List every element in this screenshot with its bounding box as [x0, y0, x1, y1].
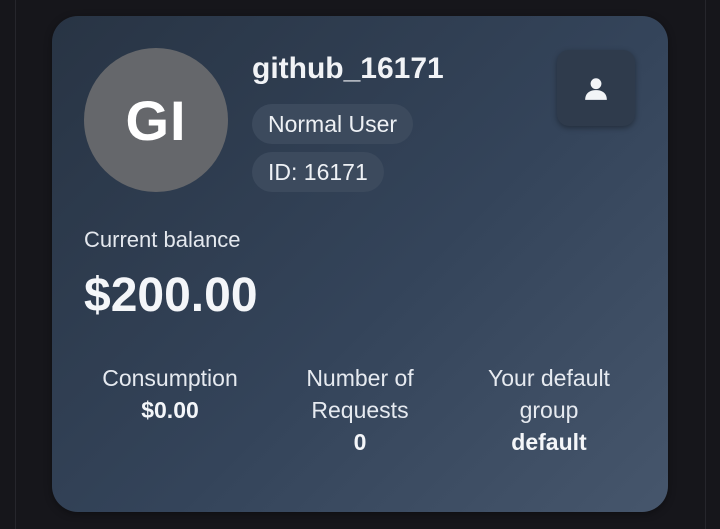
user-info-card: GI github_16171 Normal User ID: 16171 Cu…: [52, 16, 668, 512]
username: github_16171: [252, 52, 444, 85]
frame-border-left: [15, 0, 16, 529]
avatar-initials: GI: [125, 88, 187, 152]
stat-requests-label-line2: Requests: [311, 397, 409, 423]
user-id-badge: ID: 16171: [252, 152, 384, 192]
stat-default-group: Your default group default: [459, 362, 639, 458]
stat-group-value: default: [511, 429, 587, 455]
stat-group-label-line2: group: [519, 397, 579, 423]
role-badge: Normal User: [252, 104, 414, 144]
frame-border-right: [705, 0, 706, 529]
stat-consumption: Consumption $0.00: [80, 362, 260, 426]
current-balance-label: Current balance: [84, 227, 241, 252]
stat-requests-value: 0: [353, 429, 367, 455]
profile-button[interactable]: [557, 50, 635, 126]
stat-requests-label-line1: Number of: [306, 365, 414, 391]
stat-consumption-label: Consumption: [102, 365, 238, 391]
current-balance-value: $200.00: [84, 269, 258, 322]
stat-requests: Number of Requests 0: [270, 362, 450, 458]
stat-group-label-line1: Your default: [488, 365, 610, 391]
user-silhouette-icon: [585, 78, 607, 100]
avatar: GI: [84, 48, 228, 192]
stat-consumption-value: $0.00: [141, 397, 199, 423]
